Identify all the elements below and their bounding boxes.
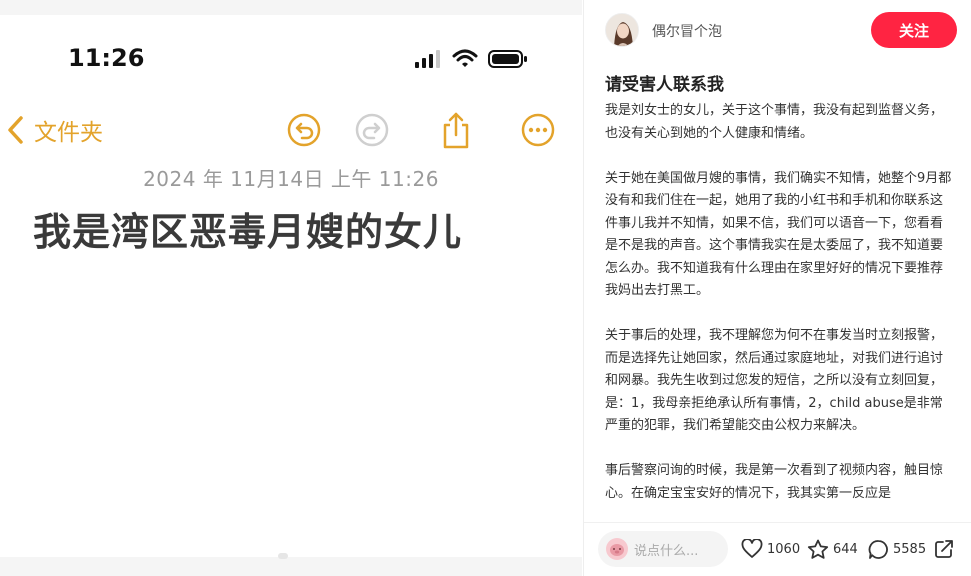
status-bar: 11:26 <box>0 15 582 85</box>
post-paragraph: 关于她在美国做月嫂的事情，我们确实不知情，她整个9月都没有和我们住在一起，她用了… <box>605 170 952 299</box>
more-button[interactable] <box>518 110 558 150</box>
post-panel: 偶尔冒个泡 关注 请受害人联系我 我是刘女士的女儿，关于这个事情，我没有起到监督… <box>583 0 971 576</box>
notes-screenshot: 11:26 文件夹 2024 年 11月14日 上午 11:26 我是湾区恶毒月… <box>0 15 582 557</box>
share-button[interactable] <box>436 110 476 150</box>
wifi-icon <box>452 49 478 67</box>
share-post-button[interactable] <box>934 537 954 561</box>
comment-count: 5585 <box>893 541 927 557</box>
status-icons <box>414 49 528 69</box>
follow-button[interactable]: 关注 <box>871 12 957 48</box>
note-date: 2024 年 11月14日 上午 11:26 <box>143 167 439 191</box>
comment-input[interactable]: 说点什么... <box>598 531 728 567</box>
collect-button[interactable]: 644 <box>807 537 858 561</box>
note-image-area: 11:26 文件夹 2024 年 11月14日 上午 11:26 我是湾区恶毒月… <box>0 0 582 576</box>
redo-button[interactable] <box>352 110 392 150</box>
notes-toolbar: 文件夹 <box>0 110 582 150</box>
author-bar: 偶尔冒个泡 关注 <box>584 0 971 60</box>
image-pager-dot[interactable] <box>278 553 288 559</box>
collect-count: 644 <box>833 541 858 557</box>
post-paragraph: 我是刘女士的女儿，关于这个事情，我没有起到监督义务，也没有关心到她的个人健康和情… <box>605 103 944 141</box>
comment-icon <box>868 539 888 559</box>
note-title: 我是湾区恶毒月嫂的女儿 <box>33 210 463 254</box>
comment-placeholder: 说点什么... <box>634 543 699 559</box>
battery-icon <box>488 50 527 68</box>
post-title: 请受害人联系我 <box>605 75 724 95</box>
share-arrow-icon <box>935 540 953 558</box>
post-content: 请受害人联系我 我是刘女士的女儿，关于这个事情，我没有起到监督义务，也没有关心到… <box>584 60 971 516</box>
chevron-left-icon <box>8 116 23 144</box>
undo-icon <box>287 113 321 147</box>
post-paragraph: 关于事后的处理，我不理解您为何不在事发当时立刻报警，而是选择先让她回家，然后通过… <box>605 328 944 433</box>
signal-icon <box>415 50 440 68</box>
heart-icon <box>741 539 763 558</box>
undo-button[interactable] <box>284 110 324 150</box>
like-button[interactable]: 1060 <box>741 537 800 561</box>
avatar[interactable] <box>605 13 639 47</box>
share-icon <box>443 112 469 149</box>
avatar-image <box>606 14 638 46</box>
star-icon <box>807 539 829 559</box>
redo-icon <box>355 113 389 147</box>
author-name[interactable]: 偶尔冒个泡 <box>652 21 722 41</box>
like-count: 1060 <box>767 541 801 557</box>
user-avatar-icon <box>606 538 628 560</box>
post-paragraph: 事后警察问询的时候，我是第一次看到了视频内容，触目惊心。在确定宝宝安好的情况下，… <box>605 463 944 501</box>
comment-button[interactable]: 5585 <box>868 537 926 561</box>
engagement-bar: 说点什么... 1060 644 5585 <box>584 522 971 576</box>
back-label: 文件夹 <box>34 120 103 146</box>
more-icon <box>521 113 555 147</box>
status-time: 11:26 <box>68 44 145 72</box>
back-to-folders-button[interactable]: 文件夹 <box>6 110 103 150</box>
post-body: 我是刘女士的女儿，关于这个事情，我没有起到监督义务，也没有关心到她的个人健康和情… <box>605 100 955 516</box>
